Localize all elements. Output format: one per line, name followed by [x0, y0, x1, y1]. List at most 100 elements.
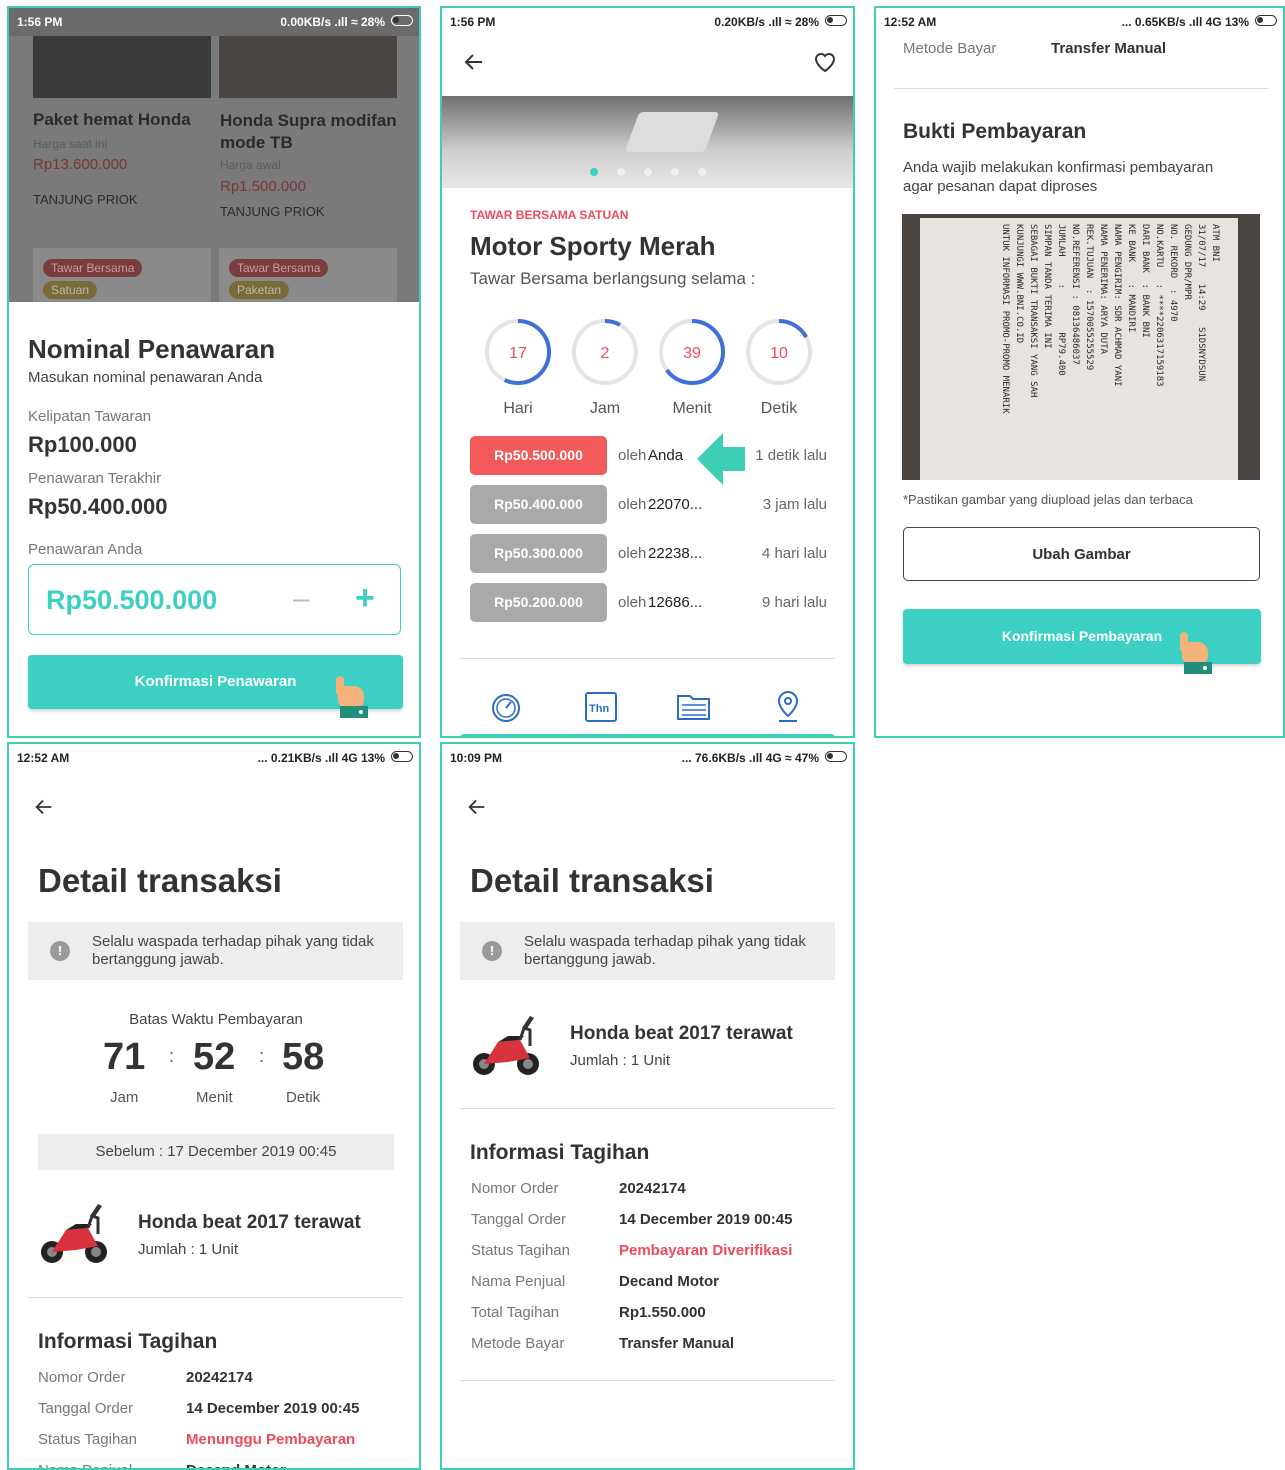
status-network: 0.20KB/s .ıll ≈ 28% — [714, 15, 819, 29]
sheet-subtitle: Masukan nominal penawaran Anda — [28, 369, 263, 386]
screen-offer-sheet: 1:56 PM 0.00KB/s .ıll ≈ 28% Paket hemat … — [7, 6, 421, 738]
bid-time: 3 jam lalu — [762, 496, 827, 513]
billing-label: Status Tagihan — [471, 1242, 570, 1259]
status-bar: 12:52 AM ... 0.65KB/s .ıll 4G 13% — [876, 8, 1283, 36]
back-button[interactable] — [462, 50, 486, 79]
billing-value: Decand Motor — [619, 1273, 720, 1290]
auction-subtitle: Tawar Bersama berlangsung selama : — [470, 269, 756, 288]
receipt-line: 31/07/17 14:29 S1DSNYDSUN — [1196, 224, 1206, 382]
billing-label: Nama Penjual — [38, 1462, 132, 1468]
product-card-title[interactable]: Honda Supra modifan mode TB — [220, 110, 400, 154]
bid-by-label: oleh — [618, 447, 647, 464]
status-bar: 10:09 PM ... 76.6KB/s .ıll 4G ≈ 47% — [442, 744, 853, 772]
bid-by-label: oleh — [618, 496, 647, 513]
back-button[interactable] — [33, 796, 55, 823]
listing-background: Paket hemat Honda Harga saat ini Rp13.60… — [9, 36, 419, 304]
product-image-carousel[interactable] — [442, 96, 853, 188]
warning-text: Selalu waspada terhadap pihak yang tidak… — [524, 933, 806, 968]
product-image — [33, 36, 211, 98]
countdown-value: 2 — [601, 345, 610, 362]
status-network: ... 0.21KB/s .ıll 4G 13% — [257, 751, 385, 765]
spec-document[interactable] — [676, 692, 712, 727]
bidder-name: 22238... — [648, 545, 703, 562]
kelipatan-value: Rp100.000 — [28, 432, 137, 457]
decrease-button[interactable]: – — [293, 582, 310, 616]
kelipatan-label: Kelipatan Tawaran — [28, 408, 152, 425]
billing-label: Metode Bayar — [471, 1335, 565, 1352]
carousel-dots[interactable] — [590, 168, 710, 178]
method-value: Transfer Manual — [1051, 40, 1167, 57]
countdown-menit: 39 Menit — [659, 319, 725, 417]
status-bar: 1:56 PM 0.20KB/s .ıll ≈ 28% — [442, 8, 853, 36]
billing-value: 20242174 — [186, 1369, 253, 1386]
product-thumbnail — [36, 1194, 112, 1272]
favorite-button[interactable] — [812, 50, 838, 79]
back-button[interactable] — [466, 796, 488, 823]
tag-badge: Tawar Bersama — [43, 259, 143, 277]
billing-value: Pembayaran Diverifikasi — [619, 1242, 793, 1259]
warning-banner: ! Selalu waspada terhadap pihak yang tid… — [28, 922, 403, 980]
product-card-title[interactable]: Paket hemat Honda — [33, 110, 213, 130]
billing-value: Transfer Manual — [619, 1335, 735, 1352]
bid-amount: Rp50.300.000 — [470, 534, 607, 573]
product-location: TANJUNG PRIOK — [220, 204, 325, 219]
countdown-hari: 17 Hari — [485, 319, 551, 417]
bottom-action-bar[interactable] — [460, 734, 835, 736]
timer-seconds-label: Detik — [286, 1089, 321, 1106]
payment-proof-image[interactable]: ATM BNI 31/07/17 14:29 S1DSNYDSUN GEDUNG D… — [902, 214, 1260, 480]
countdown-jam: 2 Jam — [572, 319, 638, 417]
carousel-dot[interactable] — [671, 168, 679, 176]
receipt-line: UNTUK INFORMASI PROMO-PROMO MENARIK — [1000, 224, 1010, 414]
product-quantity: Jumlah : 1 Unit — [570, 1052, 671, 1069]
calendar-icon: Thn — [589, 703, 610, 715]
carousel-dot[interactable] — [644, 168, 652, 176]
product-price: Rp1.500.000 — [220, 178, 306, 195]
bid-row: Rp50.400.000 oleh 22070... 3 jam lalu — [442, 485, 853, 525]
bid-amount: Rp50.400.000 — [470, 485, 607, 524]
billing-label: Nomor Order — [471, 1180, 559, 1197]
document-icon — [677, 695, 710, 720]
divider — [894, 88, 1269, 89]
product-price-label: Harga awal — [220, 158, 281, 172]
increase-button[interactable]: + — [355, 579, 375, 618]
bid-row: Rp50.500.000 oleh Anda 1 detik lalu — [442, 436, 853, 476]
section-title: Informasi Tagihan — [470, 1141, 650, 1164]
billing-value: Menunggu Pembayaran — [186, 1431, 356, 1448]
billing-label: Nama Penjual — [471, 1273, 566, 1290]
spec-location[interactable] — [775, 690, 801, 729]
receipt-line: DARI BANK : BANK BNI — [1140, 224, 1150, 338]
bid-time: 9 hari lalu — [761, 594, 827, 611]
sheet-title: Nominal Penawaran — [28, 334, 276, 364]
new-bid-arrow-icon — [697, 433, 745, 485]
offer-input[interactable]: Rp50.500.000 – + — [28, 564, 401, 635]
bidder-name: Anda — [648, 447, 684, 464]
carousel-dot[interactable] — [698, 168, 706, 176]
motorcycle-icon — [41, 1204, 107, 1263]
billing-value: Decand Motor — [186, 1462, 286, 1468]
billing-value: Rp1.550.000 — [619, 1304, 706, 1321]
method-label: Metode Bayar — [903, 40, 997, 57]
bidder-name: 12686... — [648, 594, 703, 611]
offer-input-value[interactable]: Rp50.500.000 — [46, 585, 217, 616]
arrow-left-icon — [35, 799, 52, 815]
timer-separator: : — [169, 1046, 175, 1066]
page-title: Detail transaksi — [470, 862, 714, 899]
carousel-dot-active[interactable] — [590, 168, 598, 176]
screen-transaction-waiting: 12:52 AM ... 0.21KB/s .ıll 4G 13% Detail… — [7, 742, 421, 1470]
carousel-dot[interactable] — [617, 168, 625, 176]
spec-speedometer[interactable] — [490, 692, 522, 729]
change-image-button[interactable]: Ubah Gambar — [903, 527, 1260, 581]
timer-hours: 71 — [103, 1036, 146, 1078]
receipt-line: JUMLAH : RP79.400 — [1056, 224, 1066, 376]
timer-minutes: 52 — [193, 1036, 236, 1078]
auction-tag: TAWAR BERSAMA SATUAN — [470, 208, 629, 222]
tag-sub-badge: Paketan — [229, 281, 290, 299]
motorcycle-icon — [473, 1016, 539, 1075]
divider — [460, 658, 835, 659]
status-time: 10:09 PM — [450, 751, 503, 765]
your-offer-label: Penawaran Anda — [28, 541, 143, 558]
warning-text: Selalu waspada terhadap pihak yang tidak… — [92, 933, 374, 968]
timer-minutes-label: Menit — [196, 1089, 233, 1106]
spec-year[interactable]: Thn — [585, 692, 617, 722]
arrow-left-icon — [464, 54, 482, 70]
